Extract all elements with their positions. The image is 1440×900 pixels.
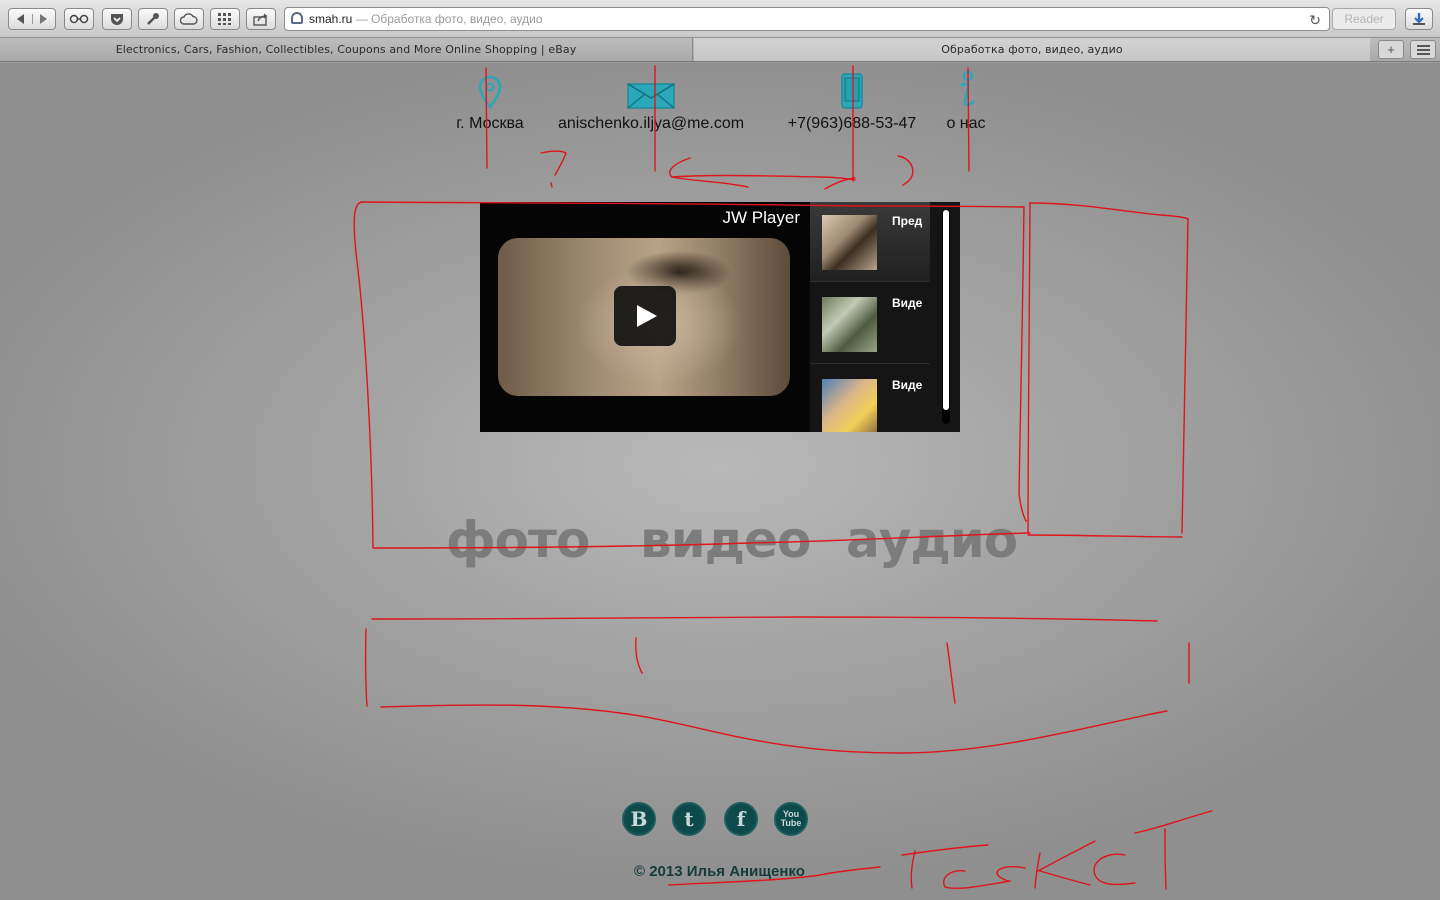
nav-video[interactable]: видео — [640, 511, 811, 569]
play-button[interactable] — [614, 286, 676, 346]
jw-player[interactable]: JW Player Пред Виде Виде — [480, 202, 960, 432]
address-bar[interactable]: smah.ru — Обработка фото, видео, аудио ↻ — [284, 7, 1330, 31]
tab-smah[interactable]: Обработка фото, видео, аудио — [694, 38, 1370, 61]
browser-toolbar: smah.ru — Обработка фото, видео, аудио ↻… — [0, 0, 1440, 38]
downloads-button[interactable] — [1405, 8, 1433, 30]
phone-icon — [841, 73, 863, 109]
envelope-icon — [627, 83, 675, 109]
back-arrow-icon — [16, 14, 24, 24]
download-icon — [1413, 13, 1425, 25]
cloud-icon — [180, 13, 198, 25]
video-area[interactable]: JW Player — [480, 202, 810, 432]
playlist: Пред Виде Виде — [810, 202, 960, 432]
page-content: г. Москва anischenko.iljya@me.com +7(963… — [0, 63, 1440, 900]
url-host: smah.ru — [309, 12, 353, 26]
glasses-icon — [69, 14, 89, 24]
icloud-button[interactable] — [174, 8, 204, 30]
scrollbar-thumb[interactable] — [943, 210, 949, 410]
tools-button[interactable] — [138, 8, 168, 30]
playlist-scrollbar[interactable] — [942, 210, 950, 424]
about-link: о нас — [946, 115, 986, 132]
pocket-button[interactable] — [102, 8, 132, 30]
playlist-item[interactable]: Виде — [810, 284, 930, 364]
nav-photo[interactable]: фото — [446, 511, 590, 569]
playlist-item[interactable]: Пред — [810, 202, 930, 282]
player-title: JW Player — [722, 208, 800, 227]
pocket-icon — [111, 14, 123, 25]
wrench-icon — [147, 13, 159, 25]
contact-phone[interactable]: +7(963)688-53-47 — [780, 63, 924, 133]
facebook-icon[interactable]: f — [724, 802, 758, 836]
tab-ebay[interactable]: Electronics, Cars, Fashion, Collectibles… — [0, 38, 693, 61]
forward-button[interactable] — [31, 14, 56, 24]
red-annotation-sketch — [353, 65, 1213, 890]
tab-bar: Electronics, Cars, Fashion, Collectibles… — [0, 38, 1440, 62]
site-icon — [291, 12, 303, 24]
reload-icon[interactable]: ↻ — [1309, 9, 1321, 31]
playlist-item-label: Пред — [892, 214, 923, 228]
tab-overview-button[interactable] — [1410, 40, 1436, 59]
playlist-item-label: Виде — [892, 296, 923, 310]
grid-icon — [218, 13, 231, 25]
vk-icon[interactable]: B — [622, 802, 656, 836]
info-icon — [960, 71, 975, 106]
contact-about[interactable]: о нас — [942, 63, 990, 133]
playlist-item-label: Виде — [892, 378, 923, 392]
play-icon — [637, 305, 657, 327]
back-forward-buttons[interactable] — [8, 8, 56, 30]
location-pin-icon — [478, 75, 502, 109]
contact-email[interactable]: anischenko.iljya@me.com — [555, 63, 747, 133]
reader-button[interactable]: Reader — [1332, 8, 1396, 30]
nav-audio[interactable]: аудио — [846, 511, 1018, 569]
url-page-title: Обработка фото, видео, аудио — [371, 12, 543, 26]
playlist-item[interactable]: Виде — [810, 366, 930, 432]
contact-city[interactable]: г. Москва — [450, 63, 530, 133]
email-text: anischenko.iljya@me.com — [557, 115, 745, 132]
top-sites-button[interactable] — [210, 8, 240, 30]
youtube-icon[interactable]: You Tube — [774, 802, 808, 836]
playlist-thumbnail — [822, 379, 877, 432]
share-icon — [253, 13, 268, 26]
twitter-icon[interactable]: t — [672, 802, 706, 836]
playlist-thumbnail — [822, 215, 877, 270]
phone-text: +7(963)688-53-47 — [787, 115, 917, 132]
copyright: © 2013 Илья Анищенко — [634, 863, 805, 880]
playlist-thumbnail — [822, 297, 877, 352]
reading-list-button[interactable] — [64, 8, 94, 30]
url-separator: — — [352, 12, 372, 26]
back-button[interactable] — [9, 14, 32, 24]
forward-arrow-icon — [40, 14, 48, 24]
share-button[interactable] — [246, 8, 276, 30]
new-tab-button[interactable]: + — [1378, 40, 1404, 59]
city-text: г. Москва — [456, 115, 524, 132]
